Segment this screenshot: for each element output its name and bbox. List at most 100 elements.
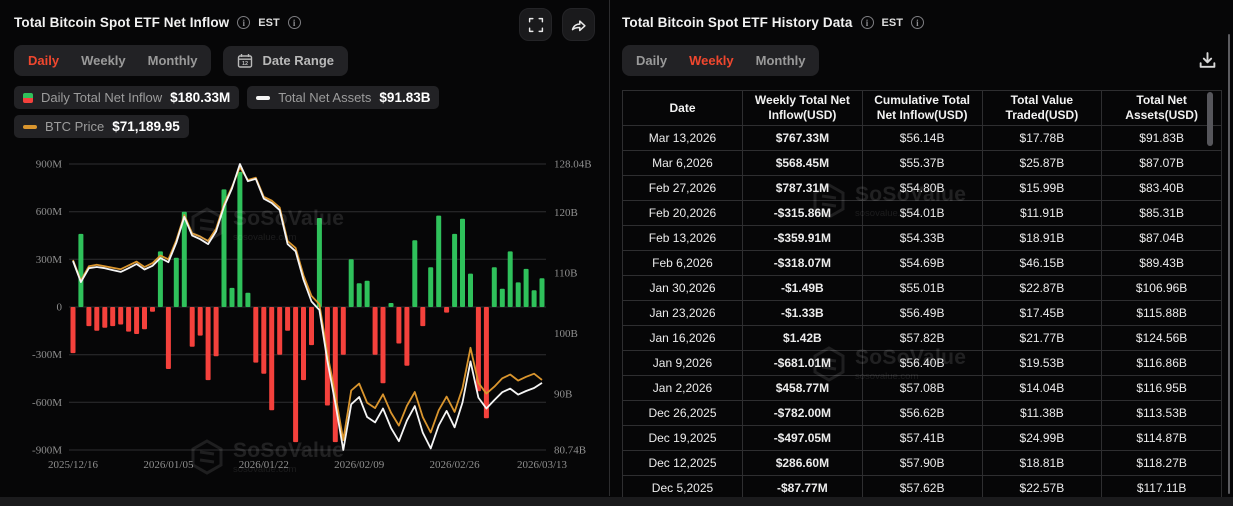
table-row[interactable]: Jan 2,2026 $458.77M $57.08B $14.04B $116.95B [622,375,1222,401]
table-row[interactable]: Mar 13,2026 $767.33M $56.14B $17.78B $91.83B [622,125,1222,151]
cell-date: Feb 20,2026 [622,200,743,226]
cell-traded: $11.91B [981,200,1103,226]
info-icon[interactable] [287,16,301,29]
svg-text:120B: 120B [554,207,578,219]
cell-assets: $118.27B [1101,450,1222,476]
cell-cumulative: $54.69B [861,250,983,276]
left-axis-labels: 900M 600M 300M 0 -300M -600M -900M [32,159,62,457]
table-row[interactable]: Dec 26,2025 -$782.00M $56.62B $11.38B $113.5… [622,400,1222,426]
legend-value: $91.83B [379,90,431,105]
inflow-bar-legend-icon [23,92,33,103]
cell-assets: $91.83B [1101,125,1222,151]
tab-weekly[interactable]: Weekly [689,53,734,68]
tab-monthly[interactable]: Monthly [148,53,198,68]
cell-assets: $83.40B [1101,175,1222,201]
chart-area[interactable]: 900M 600M 300M 0 -300M -600M -900M 128.04B 120B 1… [14,144,609,481]
table-row[interactable]: Feb 13,2026 -$359.91M $54.33B $18.91B $87.04… [622,225,1222,251]
table-row[interactable]: Jan 30,2026 -$1.49B $55.01B $22.87B $106.96B [622,275,1222,301]
cell-traded: $21.77B [981,325,1103,351]
cell-inflow: -$782.00M [742,400,863,426]
legend-btc-price: BTC Price $71,189.95 [14,115,189,138]
column-header-date[interactable]: Date [622,90,743,126]
table-row[interactable]: Dec 12,2025 $286.60M $57.90B $18.81B $118.27… [622,450,1222,476]
assets-line-legend-icon [256,95,271,100]
tab-daily[interactable]: Daily [636,53,667,68]
legend-daily-net-inflow: Daily Total Net Inflow $180.33M [14,86,240,109]
cell-traded: $14.04B [981,375,1103,401]
info-icon[interactable] [860,16,874,29]
download-icon [1199,52,1216,68]
svg-text:12: 12 [242,61,248,67]
date-range-button[interactable]: 12 Date Range [223,45,349,76]
table-panel-title: Total Bitcoin Spot ETF History Data [622,15,853,30]
cell-assets: $114.87B [1101,425,1222,451]
cell-assets: $87.04B [1101,225,1222,251]
cell-inflow: $286.60M [742,450,863,476]
cell-traded: $18.91B [981,225,1103,251]
svg-text:0: 0 [57,302,63,314]
legend-value: $71,189.95 [112,119,180,134]
cell-date: Dec 19,2025 [622,425,743,451]
table-row[interactable]: Jan 16,2026 $1.42B $57.82B $21.77B $124.56B [622,325,1222,351]
cell-date: Jan 2,2026 [622,375,743,401]
cell-inflow: $568.45M [742,150,863,176]
cell-cumulative: $55.01B [861,275,983,301]
fullscreen-icon [528,17,543,32]
download-button[interactable] [1198,51,1217,75]
table-period-tabs: Daily Weekly Monthly [622,45,820,76]
cell-assets: $116.86B [1101,350,1222,376]
cell-date: Jan 23,2026 [622,300,743,326]
table-row[interactable]: Feb 20,2026 -$315.86M $54.01B $11.91B $85.31… [622,200,1222,226]
history-table: Date Weekly Total Net Inflow(USD) Cumula… [622,90,1222,502]
column-header-weekly-inflow[interactable]: Weekly Total Net Inflow(USD) [742,90,863,126]
column-header-cumulative-inflow[interactable]: Cumulative Total Net Inflow(USD) [861,90,983,126]
cell-inflow: -$315.86M [742,200,863,226]
column-header-net-assets[interactable]: Total Net Assets(USD) [1101,90,1222,126]
table-controls: Daily Weekly Monthly [622,45,1230,76]
info-icon[interactable] [237,16,251,29]
chart-panel-title: Total Bitcoin Spot ETF Net Inflow [14,15,230,30]
cell-cumulative: $55.37B [861,150,983,176]
cell-traded: $19.53B [981,350,1103,376]
table-row[interactable]: Feb 6,2026 -$318.07M $54.69B $46.15B $89.43B [622,250,1222,276]
cell-inflow: $458.77M [742,375,863,401]
cell-traded: $17.45B [981,300,1103,326]
cell-cumulative: $56.49B [861,300,983,326]
x-axis-labels: 2025/12/16 2026/01/05 2026/01/22 2026/02/09… [48,459,568,471]
info-icon[interactable] [910,16,924,29]
cell-assets: $113.53B [1101,400,1222,426]
svg-text:-600M: -600M [32,397,62,409]
cell-date: Mar 6,2026 [622,150,743,176]
svg-text:110B: 110B [554,268,577,280]
svg-text:-300M: -300M [32,349,62,361]
tab-daily[interactable]: Daily [28,53,59,68]
cell-date: Jan 16,2026 [622,325,743,351]
cell-traded: $11.38B [981,400,1103,426]
cell-inflow: $1.42B [742,325,863,351]
table-row[interactable]: Feb 27,2026 $787.31M $54.80B $15.99B $83.40B [622,175,1222,201]
cell-inflow: -$681.01M [742,350,863,376]
tab-monthly[interactable]: Monthly [756,53,806,68]
table-row[interactable]: Mar 6,2026 $568.45M $55.37B $25.87B $87.07B [622,150,1222,176]
svg-text:300M: 300M [36,254,63,266]
table-row[interactable]: Jan 9,2026 -$681.01M $56.40B $19.53B $116.86… [622,350,1222,376]
table-row[interactable]: Dec 19,2025 -$497.05M $57.41B $24.99B $114.8… [622,425,1222,451]
cell-assets: $116.95B [1101,375,1222,401]
table-row[interactable]: Jan 23,2026 -$1.33B $56.49B $17.45B $115.88B [622,300,1222,326]
cell-traded: $17.78B [981,125,1103,151]
tab-weekly[interactable]: Weekly [81,53,126,68]
svg-text:128.04B: 128.04B [554,159,592,171]
history-table-body: Mar 13,2026 $767.33M $56.14B $17.78B $91.83B… [622,125,1222,502]
table-scrollbar-thumb[interactable] [1207,92,1213,146]
svg-text:2026/03/13: 2026/03/13 [517,459,568,471]
fullscreen-button[interactable] [519,8,552,41]
share-button[interactable] [562,8,595,41]
cell-traded: $46.15B [981,250,1103,276]
dashboard: Total Bitcoin Spot ETF Net Inflow EST Da… [0,0,1233,506]
calendar-icon: 12 [238,53,253,68]
cell-cumulative: $57.08B [861,375,983,401]
svg-text:900M: 900M [36,159,63,171]
cell-traded: $25.87B [981,150,1103,176]
cell-traded: $22.87B [981,275,1103,301]
column-header-value-traded[interactable]: Total Value Traded(USD) [981,90,1103,126]
